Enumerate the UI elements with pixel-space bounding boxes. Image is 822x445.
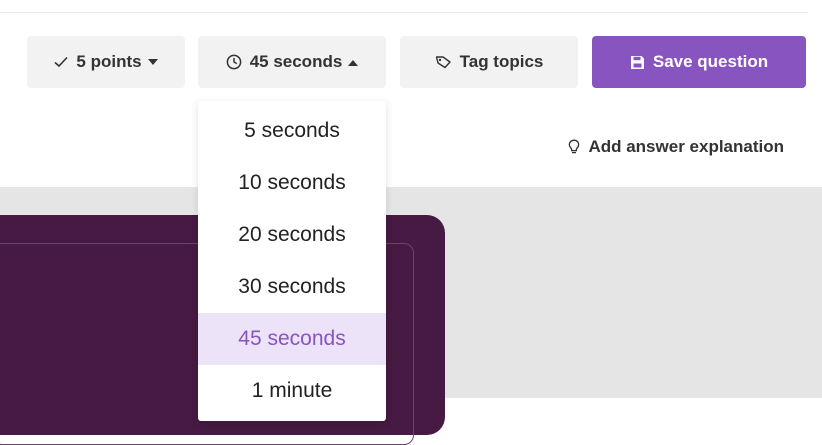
floppy-disk-icon	[630, 55, 645, 70]
lightbulb-icon	[568, 139, 580, 155]
question-options-bar: Add answer explanation	[0, 101, 822, 187]
question-canvas	[0, 187, 822, 445]
top-divider	[0, 12, 808, 13]
points-label: 5 points	[76, 52, 142, 71]
caret-up-icon	[348, 59, 359, 66]
tag-topics-button[interactable]: Tag topics	[400, 36, 578, 88]
tag-icon	[435, 55, 452, 69]
save-question-label: Save question	[652, 52, 769, 71]
add-answer-explanation-button[interactable]: Add answer explanation	[568, 137, 784, 157]
add-answer-explanation-label: Add answer explanation	[588, 137, 784, 156]
question-toolbar: 5 points 45 seconds Tag topics Save ques…	[0, 36, 822, 88]
time-option[interactable]: 30 seconds	[198, 261, 386, 313]
caret-down-icon	[147, 58, 158, 66]
save-question-button[interactable]: Save question	[592, 36, 806, 88]
time-option[interactable]: 20 seconds	[198, 209, 386, 261]
time-option[interactable]: 1 minute	[198, 365, 386, 417]
clock-icon	[226, 54, 242, 70]
time-option[interactable]: 5 seconds	[198, 105, 386, 157]
time-label: 45 seconds	[249, 52, 343, 71]
time-option-selected[interactable]: 45 seconds	[198, 313, 386, 365]
time-option[interactable]: 10 seconds	[198, 157, 386, 209]
check-icon	[54, 56, 68, 68]
time-dropdown-button[interactable]: 45 seconds	[198, 36, 386, 88]
time-dropdown-menu: 5 seconds 10 seconds 20 seconds 30 secon…	[198, 101, 386, 421]
points-dropdown-button[interactable]: 5 points	[27, 36, 185, 88]
tag-topics-label: Tag topics	[459, 52, 544, 71]
